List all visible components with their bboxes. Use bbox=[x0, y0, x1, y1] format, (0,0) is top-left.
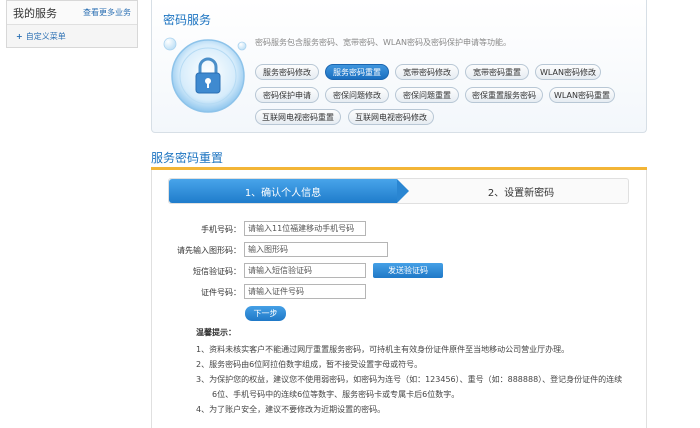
sms-label: 短信验证码： bbox=[193, 267, 241, 276]
captcha-input[interactable]: 输入图形码 bbox=[244, 242, 388, 257]
tip-item: 1、资料未核实客户不能通过网厅重置服务密码，可持机主有效身份证件原件至当地移动公… bbox=[196, 345, 570, 354]
captcha-row: 请先输入图形码： 输入图形码 bbox=[152, 242, 648, 258]
tips-title: 温馨提示： bbox=[196, 328, 236, 337]
plus-icon: + bbox=[16, 32, 23, 41]
next-button[interactable]: 下一步 bbox=[245, 306, 286, 321]
password-protection-apply-button[interactable]: 密码保护申请 bbox=[255, 87, 319, 103]
idcard-label: 证件号码： bbox=[201, 288, 241, 297]
more-services-link[interactable]: 查看更多业务 bbox=[83, 7, 131, 18]
iptv-password-modify-button[interactable]: 互联网电视密码修改 bbox=[348, 109, 434, 125]
custom-menu-label: 自定义菜单 bbox=[25, 32, 66, 41]
panel-title: 密码服务 bbox=[163, 13, 212, 27]
wlan-password-modify-button[interactable]: WLAN密码修改 bbox=[535, 64, 601, 80]
tip-item: 6位、手机号码中的连续6位等数字、服务密码卡或专属卡后6位数字。 bbox=[212, 390, 460, 399]
tip-item: 2、服务密码由6位阿拉伯数字组成，暂不接受设置字母或符号。 bbox=[196, 360, 423, 369]
sidebar-title: 我的服务 bbox=[13, 6, 57, 20]
send-code-button[interactable]: 发送验证码 bbox=[373, 263, 443, 278]
sidebar: 我的服务 查看更多业务 + 自定义菜单 bbox=[6, 0, 138, 48]
custom-menu-link[interactable]: + 自定义菜单 bbox=[7, 25, 137, 48]
section-title: 服务密码重置 bbox=[151, 151, 224, 165]
idcard-row: 证件号码： 请输入证件号码 bbox=[152, 284, 648, 300]
reset-form-panel: 1、确认个人信息 2、设置新密码 手机号码： 请输入11位福建移动手机号码 请先… bbox=[151, 170, 647, 428]
tip-item: 3、为保护您的权益，建议您不使用弱密码，如密码为连号（如：123456）、重号（… bbox=[196, 375, 623, 384]
idcard-input[interactable]: 请输入证件号码 bbox=[244, 284, 366, 299]
step-indicator: 1、确认个人信息 2、设置新密码 bbox=[168, 178, 629, 204]
iptv-password-reset-button[interactable]: 互联网电视密码重置 bbox=[255, 109, 341, 125]
step-2: 2、设置新密码 bbox=[487, 187, 555, 199]
step-arrow-icon bbox=[397, 179, 409, 203]
sms-row: 短信验证码： 请输入短信验证码 发送验证码 bbox=[152, 263, 648, 279]
phone-row: 手机号码： 请输入11位福建移动手机号码 bbox=[152, 221, 648, 237]
sidebar-header: 我的服务 查看更多业务 bbox=[7, 1, 137, 25]
broadband-password-reset-button[interactable]: 宽带密码重置 bbox=[465, 64, 529, 80]
captcha-label: 请先输入图形码： bbox=[177, 246, 241, 255]
phone-input[interactable]: 请输入11位福建移动手机号码 bbox=[244, 221, 366, 236]
sms-code-input[interactable]: 请输入短信验证码 bbox=[244, 263, 366, 278]
phone-label: 手机号码： bbox=[201, 225, 241, 234]
security-question-modify-button[interactable]: 密保问题修改 bbox=[325, 87, 389, 103]
security-reset-service-password-button[interactable]: 密保重置服务密码 bbox=[465, 87, 543, 103]
wlan-password-reset-button[interactable]: WLAN密码重置 bbox=[549, 87, 615, 103]
service-password-reset-button[interactable]: 服务密码重置 bbox=[325, 64, 389, 80]
panel-description: 密码服务包含服务密码、宽带密码、WLAN密码及密码保护申请等功能。 bbox=[255, 38, 512, 47]
service-password-modify-button[interactable]: 服务密码修改 bbox=[255, 64, 319, 80]
step-1-active: 1、确认个人信息 bbox=[169, 179, 397, 203]
lock-icon bbox=[163, 37, 247, 113]
security-question-reset-button[interactable]: 密保问题重置 bbox=[395, 87, 459, 103]
tip-item: 4、为了账户安全，建议不要修改为近期设置的密码。 bbox=[196, 405, 386, 414]
broadband-password-modify-button[interactable]: 宽带密码修改 bbox=[395, 64, 459, 80]
password-service-panel: 密码服务 密码服务包含服务密码、宽带密码、WLAN密码及密码保护申请等功能。 服… bbox=[151, 0, 647, 133]
